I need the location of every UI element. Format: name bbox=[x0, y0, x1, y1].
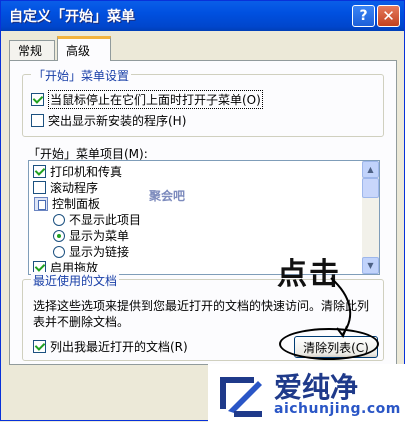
scroll-down-icon[interactable]: ▼ bbox=[362, 257, 379, 274]
tab-advanced[interactable]: 高级 bbox=[57, 36, 111, 61]
tab-general[interactable]: 常规 bbox=[9, 40, 55, 60]
list-recent-documents-checkbox[interactable] bbox=[33, 340, 46, 353]
scroll-programs-checkbox[interactable] bbox=[33, 181, 46, 194]
list-item[interactable]: 控制面板 bbox=[33, 195, 100, 212]
close-button[interactable]: ✕ bbox=[377, 5, 400, 27]
aichunjing-logo-icon bbox=[220, 377, 262, 417]
window-title: 自定义「开始」菜单 bbox=[9, 9, 135, 25]
open-submenus-option[interactable]: 当鼠标停止在它们上面时打开子菜单(O) bbox=[31, 90, 263, 109]
group-legend: 最近使用的文档 bbox=[31, 272, 120, 289]
list-recent-documents-label: 列出我最近打开的文档(R) bbox=[50, 340, 188, 354]
list-item[interactable]: 不显示此项目 bbox=[53, 211, 141, 228]
watermark-text: 聚会吧 bbox=[149, 189, 186, 203]
list-item[interactable]: 滚动程序 bbox=[33, 179, 98, 196]
logo-url: aichunjing.com bbox=[274, 401, 401, 417]
scroll-up-icon[interactable]: ▲ bbox=[362, 161, 379, 178]
list-item[interactable]: 显示为菜单 bbox=[53, 227, 129, 244]
list-item-label: 不显示此项目 bbox=[69, 213, 142, 227]
highlight-new-programs-checkbox[interactable] bbox=[31, 114, 44, 127]
highlight-new-programs-label: 突出显示新安装的程序(H) bbox=[48, 114, 187, 128]
highlight-new-programs-option[interactable]: 突出显示新安装的程序(H) bbox=[31, 112, 186, 129]
help-button[interactable]: ? bbox=[352, 5, 375, 27]
display-as-menu-radio[interactable] bbox=[53, 229, 65, 242]
list-item[interactable]: 显示为链接 bbox=[53, 243, 129, 260]
list-recent-documents-option[interactable]: 列出我最近打开的文档(R) bbox=[33, 338, 188, 355]
site-watermark-logo: 爱纯净 aichunjing.com bbox=[208, 364, 405, 422]
list-item-label: 显示为链接 bbox=[69, 245, 130, 259]
list-item-label: 打印机和传真 bbox=[50, 165, 123, 179]
open-submenus-checkbox[interactable] bbox=[31, 93, 44, 106]
customize-start-menu-dialog: 自定义「开始」菜单 ? ✕ 常规 高级 「开始」菜单设置 当鼠标停止在它们上面时… bbox=[0, 0, 405, 422]
start-menu-settings-group: 「开始」菜单设置 当鼠标停止在它们上面时打开子菜单(O) 突出显示新安装的程序(… bbox=[22, 67, 384, 137]
title-bar[interactable]: 自定义「开始」菜单 ? ✕ bbox=[1, 1, 404, 31]
control-panel-icon bbox=[34, 196, 48, 211]
annotation-ellipse bbox=[279, 328, 379, 360]
list-item[interactable]: 打印机和传真 bbox=[33, 163, 122, 180]
do-not-display-radio[interactable] bbox=[53, 213, 65, 226]
display-as-link-radio[interactable] bbox=[53, 245, 65, 258]
logo-name: 爱纯净 bbox=[274, 371, 359, 404]
list-item-label: 控制面板 bbox=[52, 197, 101, 211]
list-item-label: 滚动程序 bbox=[50, 181, 99, 195]
list-scrollbar[interactable]: ▲ ▼ bbox=[362, 161, 379, 274]
group-legend: 「开始」菜单设置 bbox=[31, 67, 132, 84]
printers-faxes-checkbox[interactable] bbox=[33, 165, 46, 178]
list-item-label: 显示为菜单 bbox=[69, 229, 130, 243]
open-submenus-label: 当鼠标停止在它们上面时打开子菜单(O) bbox=[48, 90, 263, 109]
scroll-thumb[interactable] bbox=[362, 178, 379, 198]
